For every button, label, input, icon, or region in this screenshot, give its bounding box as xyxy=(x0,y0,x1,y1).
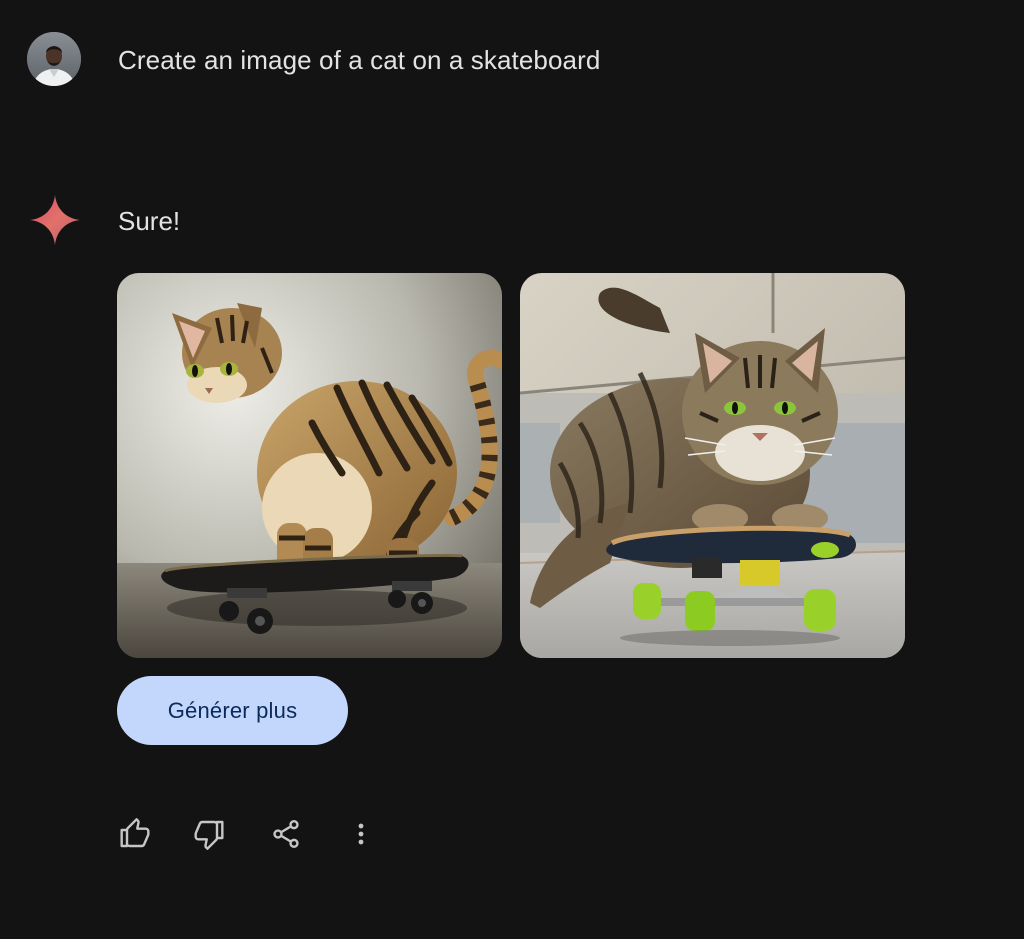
thumb-down-button[interactable] xyxy=(187,812,231,856)
generated-image-1[interactable] xyxy=(117,273,502,658)
cat-skateboard-image-outdoor xyxy=(520,273,905,658)
generate-more-button[interactable]: Générer plus xyxy=(117,676,348,745)
user-prompt-text: Create an image of a cat on a skateboard xyxy=(118,45,601,75)
response-text: Sure! xyxy=(118,206,181,236)
gemini-sparkle-icon xyxy=(28,193,82,247)
more-options-button[interactable] xyxy=(339,812,383,856)
thumb-up-button[interactable] xyxy=(113,812,157,856)
user-avatar xyxy=(27,32,81,86)
thumb-down-icon xyxy=(194,820,224,850)
share-icon xyxy=(273,820,299,848)
cat-skateboard-image-studio xyxy=(117,273,502,658)
share-button[interactable] xyxy=(264,812,308,856)
generated-image-2[interactable] xyxy=(520,273,905,658)
user-avatar-image xyxy=(27,32,81,86)
thumb-up-icon xyxy=(120,818,150,848)
more-vert-icon xyxy=(358,823,364,845)
